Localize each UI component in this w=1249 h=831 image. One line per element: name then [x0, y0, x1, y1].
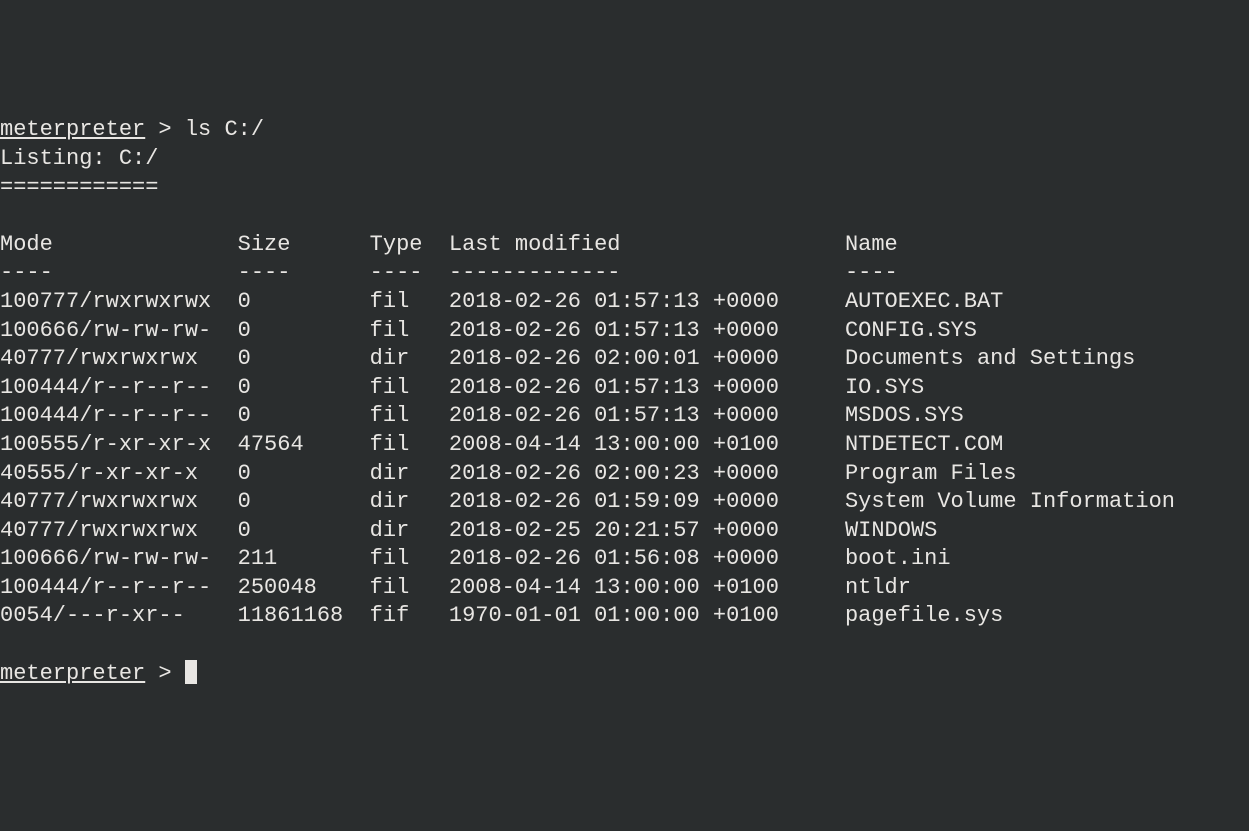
- table-row: 100444/r--r--r-- 250048 fil 2008-04-14 1…: [0, 574, 1249, 603]
- table-row: 0054/---r-xr-- 11861168 fif 1970-01-01 0…: [0, 602, 1249, 631]
- prompt-name: meterpreter: [0, 117, 145, 142]
- file-listing: 100777/rwxrwxrwx 0 fil 2018-02-26 01:57:…: [0, 288, 1249, 631]
- table-row: 40555/r-xr-xr-x 0 dir 2018-02-26 02:00:2…: [0, 460, 1249, 489]
- column-dashes: ---- ---- ---- ------------- ----: [0, 260, 898, 285]
- table-row: 40777/rwxrwxrwx 0 dir 2018-02-26 02:00:0…: [0, 345, 1249, 374]
- table-row: 100555/r-xr-xr-x 47564 fil 2008-04-14 13…: [0, 431, 1249, 460]
- table-row: 40777/rwxrwxrwx 0 dir 2018-02-26 01:59:0…: [0, 488, 1249, 517]
- prompt-name: meterpreter: [0, 661, 145, 686]
- cursor-icon: [185, 660, 197, 684]
- prompt-separator: >: [145, 117, 185, 142]
- table-row: 100666/rw-rw-rw- 211 fil 2018-02-26 01:5…: [0, 545, 1249, 574]
- listing-divider: ============: [0, 175, 158, 200]
- terminal-output[interactable]: meterpreter > ls C:/ Listing: C:/ ======…: [0, 116, 1249, 688]
- table-row: 40777/rwxrwxrwx 0 dir 2018-02-25 20:21:5…: [0, 517, 1249, 546]
- listing-header: Listing: C:/: [0, 146, 158, 171]
- table-row: 100777/rwxrwxrwx 0 fil 2018-02-26 01:57:…: [0, 288, 1249, 317]
- table-row: 100666/rw-rw-rw- 0 fil 2018-02-26 01:57:…: [0, 317, 1249, 346]
- command-text: ls C:/: [185, 117, 264, 142]
- table-row: 100444/r--r--r-- 0 fil 2018-02-26 01:57:…: [0, 374, 1249, 403]
- prompt-separator: >: [145, 661, 185, 686]
- table-row: 100444/r--r--r-- 0 fil 2018-02-26 01:57:…: [0, 402, 1249, 431]
- column-headers: Mode Size Type Last modified Name: [0, 232, 898, 257]
